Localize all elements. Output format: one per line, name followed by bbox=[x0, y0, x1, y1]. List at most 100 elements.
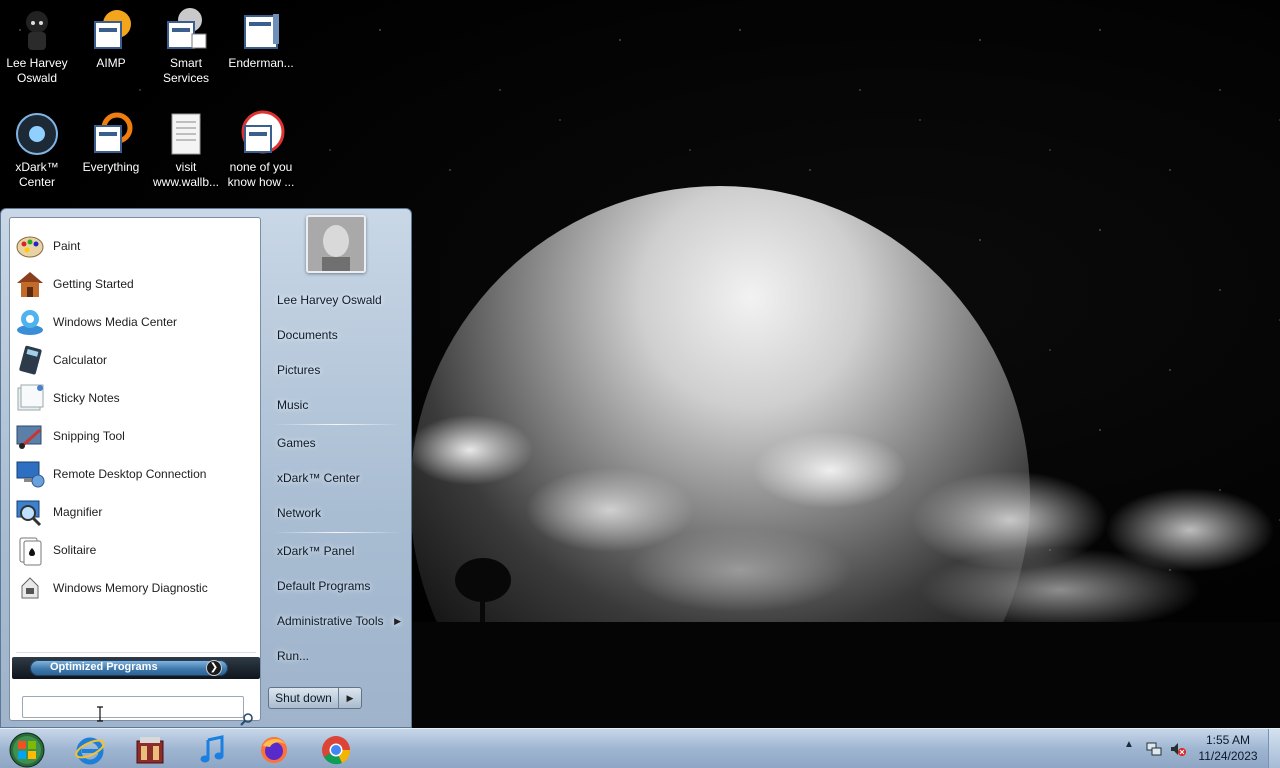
right-item-label: xDark™ Panel bbox=[277, 544, 355, 558]
optimized-programs-label: Optimized Programs bbox=[50, 661, 158, 673]
program-media-center[interactable]: Windows Media Center bbox=[14, 304, 258, 340]
shutdown-button[interactable]: Shut down bbox=[269, 688, 339, 708]
program-paint[interactable]: Paint bbox=[14, 228, 258, 264]
program-memory-diagnostic[interactable]: Windows Memory Diagnostic bbox=[14, 570, 258, 606]
program-label: Windows Memory Diagnostic bbox=[53, 581, 208, 595]
chrome-icon bbox=[322, 736, 351, 765]
wallpaper-tree bbox=[455, 558, 511, 622]
desktop-icon-label: none of you know how ... bbox=[227, 160, 295, 189]
program-label: Solitaire bbox=[53, 543, 97, 557]
program-calculator[interactable]: Calculator bbox=[14, 342, 258, 378]
smart-services-icon bbox=[167, 8, 207, 49]
taskbar: ▲ 1:55 AM 11/24/2023 bbox=[0, 728, 1280, 768]
right-item-label: Administrative Tools bbox=[277, 614, 384, 628]
desktop-icon-enderman[interactable]: Enderman... bbox=[224, 6, 298, 71]
desktop-icon-everything[interactable]: Everything bbox=[74, 110, 148, 175]
taskbar-chrome[interactable] bbox=[308, 731, 364, 768]
desktop-icon-user[interactable]: Lee Harvey Oswald bbox=[0, 6, 74, 86]
desktop-icon-label: visit www.wallb... bbox=[152, 160, 220, 189]
wallpaper-clouds bbox=[410, 390, 1280, 630]
start-right-default-programs[interactable]: Default Programs bbox=[269, 571, 405, 601]
start-right-music[interactable]: Music bbox=[269, 390, 405, 420]
show-desktop-button[interactable] bbox=[1268, 729, 1280, 768]
start-right-pictures[interactable]: Pictures bbox=[269, 355, 405, 385]
search-icon[interactable] bbox=[240, 712, 254, 726]
programs-divider bbox=[16, 652, 256, 653]
desktop-icon-text-file[interactable]: visit www.wallb... bbox=[149, 110, 223, 190]
start-right-network[interactable]: Network bbox=[269, 498, 405, 528]
desktop-icon-none-of-you[interactable]: none of you know how ... bbox=[224, 110, 298, 190]
start-search-input[interactable] bbox=[22, 696, 244, 718]
right-item-label: Games bbox=[277, 436, 316, 450]
submenu-arrow-icon: ▶ bbox=[394, 616, 401, 626]
taskbar-app-store[interactable] bbox=[122, 731, 178, 768]
desktop-icon-label: xDark™ Center bbox=[15, 160, 59, 189]
taskbar-firefox[interactable] bbox=[246, 731, 302, 768]
program-remote-desktop[interactable]: Remote Desktop Connection bbox=[14, 456, 258, 492]
program-sticky-notes[interactable]: Sticky Notes bbox=[14, 380, 258, 416]
right-item-label: xDark™ Center bbox=[277, 471, 360, 485]
right-item-label: Network bbox=[277, 506, 322, 520]
start-right-run[interactable]: Run... bbox=[269, 641, 405, 671]
app-window-icon bbox=[241, 110, 285, 154]
start-right-user[interactable]: Lee Harvey Oswald bbox=[269, 285, 405, 315]
program-label: Paint bbox=[53, 239, 81, 253]
start-menu: Paint Getting Started Windows Media Cent… bbox=[0, 208, 412, 728]
getting-started-icon bbox=[17, 272, 43, 297]
program-label: Snipping Tool bbox=[53, 429, 125, 443]
calculator-icon bbox=[19, 345, 42, 375]
right-item-label: Run... bbox=[277, 649, 310, 663]
user-avatar[interactable] bbox=[306, 215, 366, 273]
program-getting-started[interactable]: Getting Started bbox=[14, 266, 258, 302]
text-cursor-icon bbox=[97, 706, 103, 722]
show-hidden-icons-chevron-icon[interactable]: ▲ bbox=[1124, 739, 1140, 755]
sticky-notes-icon bbox=[17, 384, 44, 411]
snipping-tool-icon bbox=[16, 425, 42, 449]
memory-diagnostic-icon bbox=[21, 577, 39, 599]
app-store-icon bbox=[136, 737, 164, 764]
solitaire-icon bbox=[19, 537, 42, 566]
app-window-icon bbox=[244, 14, 279, 49]
start-right-documents[interactable]: Documents bbox=[269, 320, 405, 350]
aimp-icon bbox=[94, 10, 131, 49]
avatar-face-icon bbox=[308, 217, 364, 271]
program-magnifier[interactable]: Magnifier bbox=[14, 494, 258, 530]
desktop-icon-xdark-center[interactable]: xDark™ Center bbox=[0, 110, 74, 190]
start-orb-icon[interactable] bbox=[5, 731, 49, 768]
desktop-icon-label: Lee Harvey Oswald bbox=[6, 56, 68, 85]
taskbar-clock[interactable]: 1:55 AM 11/24/2023 bbox=[1188, 732, 1268, 764]
network-icon[interactable] bbox=[1146, 741, 1162, 757]
right-separator bbox=[273, 424, 401, 425]
paint-icon bbox=[16, 236, 44, 258]
desktop-icon-smart-services[interactable]: Smart Services bbox=[149, 6, 223, 86]
right-item-label: Pictures bbox=[277, 363, 321, 377]
firefox-icon bbox=[261, 737, 287, 763]
internet-explorer-icon bbox=[75, 737, 105, 765]
program-snipping-tool[interactable]: Snipping Tool bbox=[14, 418, 258, 454]
optimized-programs-button[interactable]: Optimized Programs ❯ bbox=[12, 657, 260, 679]
clock-date: 11/24/2023 bbox=[1198, 749, 1258, 763]
start-right-xdark-panel[interactable]: xDark™ Panel bbox=[269, 536, 405, 566]
taskbar-ie[interactable] bbox=[62, 731, 118, 768]
desktop-icon-aimp[interactable]: AIMP bbox=[74, 6, 148, 71]
shutdown-button-group: Shut down ▶ bbox=[268, 687, 362, 709]
taskbar-music[interactable] bbox=[184, 731, 240, 768]
text-file-icon bbox=[171, 113, 201, 155]
chevron-right-icon: ❯ bbox=[206, 660, 222, 676]
desktop-icon-label: Enderman... bbox=[228, 56, 294, 70]
right-separator bbox=[273, 532, 401, 533]
right-item-label: Lee Harvey Oswald bbox=[277, 293, 382, 307]
program-label: Magnifier bbox=[53, 505, 103, 519]
start-right-xdark-center[interactable]: xDark™ Center bbox=[269, 463, 405, 493]
remote-desktop-icon bbox=[16, 461, 45, 488]
magnifier-icon bbox=[16, 500, 42, 527]
desktop-icon-label: AIMP bbox=[96, 56, 126, 70]
volume-muted-icon[interactable] bbox=[1170, 741, 1186, 757]
shutdown-options-arrow-icon[interactable]: ▶ bbox=[339, 688, 361, 708]
start-right-games[interactable]: Games bbox=[269, 428, 405, 458]
desktop-icon-label: Smart Services bbox=[162, 56, 209, 85]
start-right-admin-tools[interactable]: Administrative Tools ▶ bbox=[269, 606, 405, 636]
program-solitaire[interactable]: Solitaire bbox=[14, 532, 258, 568]
program-label: Getting Started bbox=[53, 277, 134, 291]
program-label: Windows Media Center bbox=[53, 315, 178, 329]
